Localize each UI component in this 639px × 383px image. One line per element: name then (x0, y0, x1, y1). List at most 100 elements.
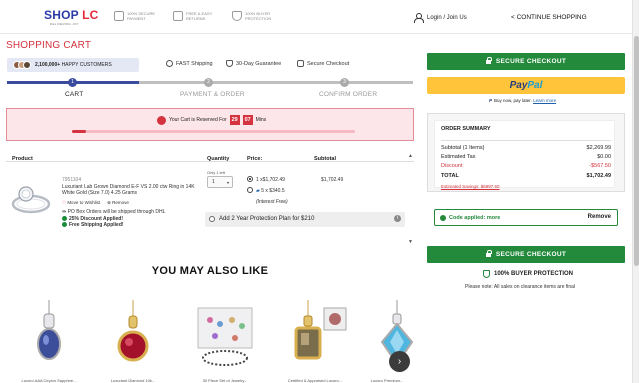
step-1-dot: 1 (68, 78, 77, 87)
reserve-timer: Your Cart is Reserved For 29 07 Mins (157, 115, 266, 125)
secure-checkout-button-top[interactable]: SECURE CHECKOUT (427, 53, 625, 70)
shield-icon (483, 270, 490, 278)
protection-plan-checkbox[interactable] (209, 216, 215, 222)
padlock-icon (485, 57, 492, 64)
chevron-right-icon: › (397, 356, 402, 367)
pay-later-note: P Buy now, pay later. Learn more (489, 98, 557, 103)
learn-more-link[interactable]: Learn more (533, 98, 556, 103)
truck-icon: ⇛ (62, 209, 67, 215)
scrollbar-thumb[interactable] (634, 36, 639, 266)
coupon-applied-box: Code applied: more Remove (434, 209, 618, 226)
step-payment-label: PAYMENT & ORDER (180, 91, 245, 98)
timer-minutes-a: 29 (229, 115, 240, 125)
reserve-progress-fill (72, 130, 86, 133)
logo-tagline: DELIVERING JOY (50, 22, 80, 26)
buyer-protection-badge: 100% BUYER PROTECTION (232, 11, 281, 21)
product-name[interactable]: 30 Piece Set of Jewelry... (190, 378, 260, 383)
estimated-savings[interactable]: Estimated Savings: $6997.50 (441, 184, 500, 189)
cart-table-header: Product Quantity Price: Subtotal (6, 150, 414, 162)
scroll-up-caret[interactable]: ▲ (408, 153, 413, 159)
product-name[interactable]: Certified & Appraised Luxoro... (280, 378, 350, 383)
scroll-down-caret[interactable]: ▼ (408, 239, 413, 245)
guarantee-icon (226, 60, 233, 67)
cart-item-info: 7951104 Luxuriant Lab Grown Diamond E-F … (62, 177, 200, 229)
price-full-option[interactable]: 1 x$1,702.49 (256, 177, 285, 183)
secure-payment-badge: 100% SECURE PAYMENT (114, 11, 163, 21)
free-shipping-note: Free Shipping Applied! (62, 222, 200, 229)
perk-guarantee: 30-Day Guarantee (226, 60, 281, 67)
item-actions: ♡ Move to Wishlist ⊗ Remove (62, 200, 200, 207)
secure-payment-icon (114, 11, 124, 21)
shield-icon (232, 11, 242, 21)
product-image-ruby-pendant[interactable] (98, 300, 168, 370)
price-installments-radio[interactable] (247, 187, 253, 193)
secure-checkout-button-bottom[interactable]: SECURE CHECKOUT (427, 246, 625, 263)
buyer-protection-note: 100% BUYER PROTECTION (483, 270, 573, 278)
item-name[interactable]: Luxuriant Lab Grown Diamond E-F VS 2.00 … (62, 184, 200, 197)
trash-icon: ⊗ (107, 199, 111, 205)
col-price: Price: (247, 156, 263, 162)
shop-lc-logo[interactable]: SHOP LC (44, 8, 99, 22)
installment-logo-icon: ▰ (256, 188, 260, 194)
info-icon[interactable]: i (394, 215, 401, 222)
heart-icon: ♡ (62, 199, 67, 205)
timer-minutes-b: 07 (242, 115, 253, 125)
check-icon (62, 215, 67, 221)
paypal-button[interactable]: PayPal (427, 77, 625, 94)
step-3-dot: 3 (340, 78, 349, 87)
continue-shopping-link[interactable]: < CONTINUE SHOPPING (511, 14, 587, 21)
happy-count: 2,100,000+ (35, 62, 61, 68)
cart-reserved-banner: Your Cart is Reserved For 29 07 Mins (6, 108, 414, 141)
remove-item-link[interactable]: ⊗ Remove (107, 200, 129, 207)
product-name[interactable]: Luxoro AAA Ceylon Sapphire... (14, 378, 84, 383)
happy-label: HAPPY CUSTOMERS (61, 62, 112, 68)
order-summary-title: ORDER SUMMARY (441, 126, 491, 132)
fast-shipping-icon (166, 60, 173, 67)
page-title: SHOPPING CART (6, 40, 92, 51)
page-scrollbar[interactable] (632, 0, 639, 383)
divider (441, 140, 611, 141)
summary-tax-row: Estimated Tax $0.00 (441, 154, 611, 160)
product-name[interactable]: Luxuriant Diamond 10k... (98, 378, 168, 383)
site-header: SHOP LC DELIVERING JOY 100% SECURE PAYME… (0, 0, 632, 34)
ring-product-image[interactable] (10, 182, 52, 216)
product-image-sapphire-pendant[interactable] (14, 300, 84, 370)
login-link[interactable]: Login / Join Us (414, 13, 467, 23)
check-icon (440, 215, 446, 221)
col-product: Product (12, 156, 33, 162)
product-image-citrine-pendant[interactable] (280, 300, 350, 370)
product-name[interactable]: Luxoro Premium... (362, 378, 412, 383)
remove-coupon-button[interactable]: Remove (588, 214, 611, 220)
carousel-next-button[interactable]: › (389, 351, 410, 372)
order-summary-panel: ORDER SUMMARY Subtotal (1 Items) $2,269.9… (427, 113, 625, 192)
move-to-wishlist-link[interactable]: ♡ Move to Wishlist (62, 200, 100, 207)
clearance-note: Please note: All sales on clearance item… (465, 284, 576, 290)
happy-customers-banner: 2,100,000+ HAPPY CUSTOMERS (7, 58, 139, 72)
quantity-select[interactable]: 1 ▾ (207, 176, 233, 188)
col-subtotal: Subtotal (314, 156, 336, 162)
avatar (23, 61, 31, 69)
price-full-radio[interactable] (247, 176, 253, 182)
user-icon (414, 13, 424, 23)
perk-secure-checkout: Secure Checkout (297, 60, 349, 67)
step-cart-label: CART (65, 91, 84, 98)
step-2-dot: 2 (204, 78, 213, 87)
qty-stock-label: Only 1 left (207, 170, 226, 175)
summary-discount-row: Discount -$567.50 (441, 163, 611, 169)
padlock-icon (297, 60, 304, 67)
summary-subtotal-row: Subtotal (1 Items) $2,269.99 (441, 145, 611, 151)
padlock-icon (485, 250, 492, 257)
check-icon (62, 222, 67, 227)
recommendations-title: YOU MAY ALSO LIKE (151, 265, 269, 277)
item-subtotal: $1,702.49 (321, 177, 344, 183)
price-installments-option[interactable]: ▰ 5 x $340.5 (256, 188, 285, 194)
free-returns-badge: FREE & EASY RETURNS (173, 11, 222, 21)
customer-avatars (13, 61, 31, 69)
order-summary-card: ORDER SUMMARY Subtotal (1 Items) $2,269.9… (434, 120, 615, 189)
perk-fast-shipping: FAST Shipping (166, 60, 213, 67)
product-image-jewelry-set[interactable] (190, 300, 260, 370)
clock-icon (157, 115, 166, 125)
truck-icon (173, 11, 183, 21)
col-quantity: Quantity (207, 156, 230, 162)
protection-plan-option[interactable]: Add 2 Year Protection Plan for $210 i (205, 212, 405, 227)
